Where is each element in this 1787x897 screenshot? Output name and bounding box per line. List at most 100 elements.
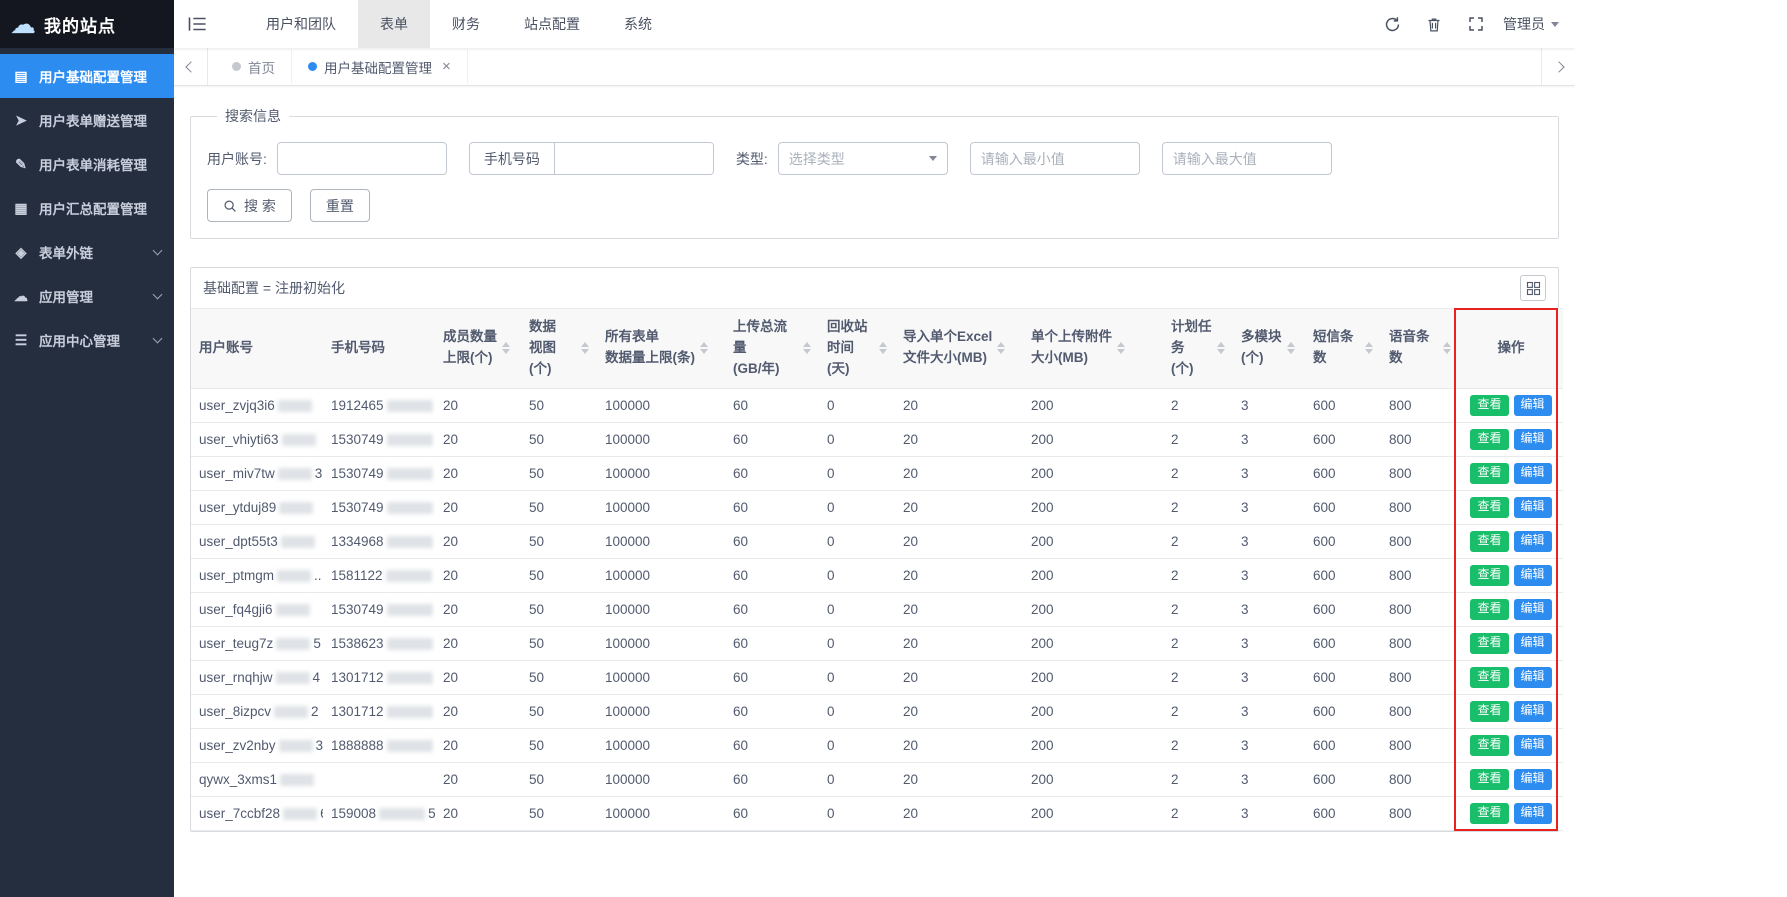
view-button[interactable]: 查看 — [1470, 633, 1508, 654]
sidebar-item[interactable]: ➤用户表单赠送管理 — [0, 98, 174, 142]
sort-ascending-icon[interactable] — [1287, 342, 1295, 347]
edit-button[interactable]: 编辑 — [1514, 701, 1552, 722]
sort-ascending-icon[interactable] — [997, 342, 1005, 347]
masked-text — [387, 706, 433, 718]
sort-descending-icon[interactable] — [1217, 349, 1225, 354]
collapse-sidebar-icon[interactable] — [174, 0, 220, 48]
sidebar-item[interactable]: ▤用户基础配置管理 — [0, 54, 174, 98]
reset-button[interactable]: 重置 — [310, 189, 370, 222]
sidebar-item[interactable]: ☰应用中心管理 — [0, 318, 174, 362]
edit-button[interactable]: 编辑 — [1514, 599, 1552, 620]
value-cell: 200 — [1023, 558, 1163, 592]
topnav-item[interactable]: 财务 — [430, 0, 502, 48]
edit-button[interactable]: 编辑 — [1514, 497, 1552, 518]
edit-button[interactable]: 编辑 — [1514, 769, 1552, 790]
sort-ascending-icon[interactable] — [581, 342, 589, 347]
sidebar-item[interactable]: ▦用户汇总配置管理 — [0, 186, 174, 230]
page-tab[interactable]: 用户基础配置管理× — [292, 50, 468, 84]
max-value-input[interactable] — [1162, 142, 1332, 175]
trash-icon[interactable] — [1419, 9, 1449, 39]
sort-descending-icon[interactable] — [1117, 349, 1125, 354]
tabs-scroll-left-button[interactable] — [174, 48, 208, 85]
sidebar-item[interactable]: ✎用户表单消耗管理 — [0, 142, 174, 186]
view-button[interactable]: 查看 — [1470, 565, 1508, 586]
close-icon[interactable]: × — [442, 59, 451, 74]
sort-ascending-icon[interactable] — [803, 342, 811, 347]
tabs-scroll-right-button[interactable] — [1541, 48, 1575, 85]
chevron-down-icon — [153, 290, 163, 300]
sort-descending-icon[interactable] — [1443, 349, 1451, 354]
masked-text — [279, 740, 313, 752]
value-cell: 800 — [1381, 728, 1459, 762]
sidebar-item[interactable]: ◈表单外链 — [0, 230, 174, 274]
value-cell: 600 — [1305, 626, 1381, 660]
topnav-item[interactable]: 系统 — [602, 0, 674, 48]
view-button[interactable]: 查看 — [1470, 463, 1508, 484]
view-button[interactable]: 查看 — [1470, 497, 1508, 518]
edit-button[interactable]: 编辑 — [1514, 803, 1552, 824]
refresh-icon[interactable] — [1377, 9, 1407, 39]
topnav-menu: 用户和团队表单财务站点配置系统 — [244, 0, 674, 48]
masked-text — [280, 774, 314, 786]
view-button[interactable]: 查看 — [1470, 735, 1508, 756]
masked-text — [276, 672, 310, 684]
topnav-item[interactable]: 表单 — [358, 0, 430, 48]
view-button[interactable]: 查看 — [1470, 395, 1508, 416]
sort-descending-icon[interactable] — [803, 349, 811, 354]
sort-ascending-icon[interactable] — [502, 342, 510, 347]
phone-input[interactable] — [555, 143, 713, 174]
admin-dropdown[interactable]: 管理员 — [1503, 14, 1559, 34]
edit-button[interactable]: 编辑 — [1514, 667, 1552, 688]
view-button[interactable]: 查看 — [1470, 667, 1508, 688]
column-settings-icon[interactable] — [1520, 275, 1546, 301]
edit-button[interactable]: 编辑 — [1514, 531, 1552, 552]
account-input[interactable] — [277, 142, 447, 175]
view-button[interactable]: 查看 — [1470, 701, 1508, 722]
sort-ascending-icon[interactable] — [700, 342, 708, 347]
value-cell: 20 — [435, 456, 521, 490]
sort-descending-icon[interactable] — [1365, 349, 1373, 354]
table-row: user_ytduj891530749205010000060020200236… — [191, 490, 1563, 524]
search-button[interactable]: 搜 索 — [207, 189, 292, 222]
sidebar-item[interactable]: ☁应用管理 — [0, 274, 174, 318]
view-button[interactable]: 查看 — [1470, 429, 1508, 450]
view-button[interactable]: 查看 — [1470, 803, 1508, 824]
edit-button[interactable]: 编辑 — [1514, 565, 1552, 586]
sort-ascending-icon[interactable] — [1217, 342, 1225, 347]
sort-descending-icon[interactable] — [997, 349, 1005, 354]
type-select[interactable]: 选择类型 — [778, 142, 948, 175]
view-button[interactable]: 查看 — [1470, 599, 1508, 620]
edit-button[interactable]: 编辑 — [1514, 429, 1552, 450]
value-cell: 20 — [435, 660, 521, 694]
value-cell: 20 — [435, 490, 521, 524]
sort-ascending-icon[interactable] — [1117, 342, 1125, 347]
min-value-input[interactable] — [970, 142, 1140, 175]
sort-descending-icon[interactable] — [502, 349, 510, 354]
edit-button[interactable]: 编辑 — [1514, 633, 1552, 654]
sort-ascending-icon[interactable] — [1365, 342, 1373, 347]
topnav-item[interactable]: 站点配置 — [502, 0, 602, 48]
value-cell: 0 — [819, 558, 895, 592]
fullscreen-icon[interactable] — [1461, 9, 1491, 39]
page-tab[interactable]: 首页 — [216, 50, 292, 84]
sort-descending-icon[interactable] — [700, 349, 708, 354]
sort-descending-icon[interactable] — [879, 349, 887, 354]
value-cell: 20 — [895, 592, 1023, 626]
view-button[interactable]: 查看 — [1470, 769, 1508, 790]
value-cell: 60 — [725, 728, 819, 762]
view-button[interactable]: 查看 — [1470, 531, 1508, 552]
edit-button[interactable]: 编辑 — [1514, 463, 1552, 484]
sort-descending-icon[interactable] — [581, 349, 589, 354]
edit-button[interactable]: 编辑 — [1514, 735, 1552, 756]
sort-descending-icon[interactable] — [1287, 349, 1295, 354]
value-cell: 800 — [1381, 388, 1459, 422]
table-row: user_rnqhjw41301712205010000060020200236… — [191, 660, 1563, 694]
value-cell: 800 — [1381, 694, 1459, 728]
edit-button[interactable]: 编辑 — [1514, 395, 1552, 416]
sort-ascending-icon[interactable] — [879, 342, 887, 347]
value-cell: 200 — [1023, 422, 1163, 456]
sort-ascending-icon[interactable] — [1443, 342, 1451, 347]
phone-cell: 1530749 — [323, 456, 435, 490]
phone-cell: 1888888 — [323, 728, 435, 762]
topnav-item[interactable]: 用户和团队 — [244, 0, 358, 48]
